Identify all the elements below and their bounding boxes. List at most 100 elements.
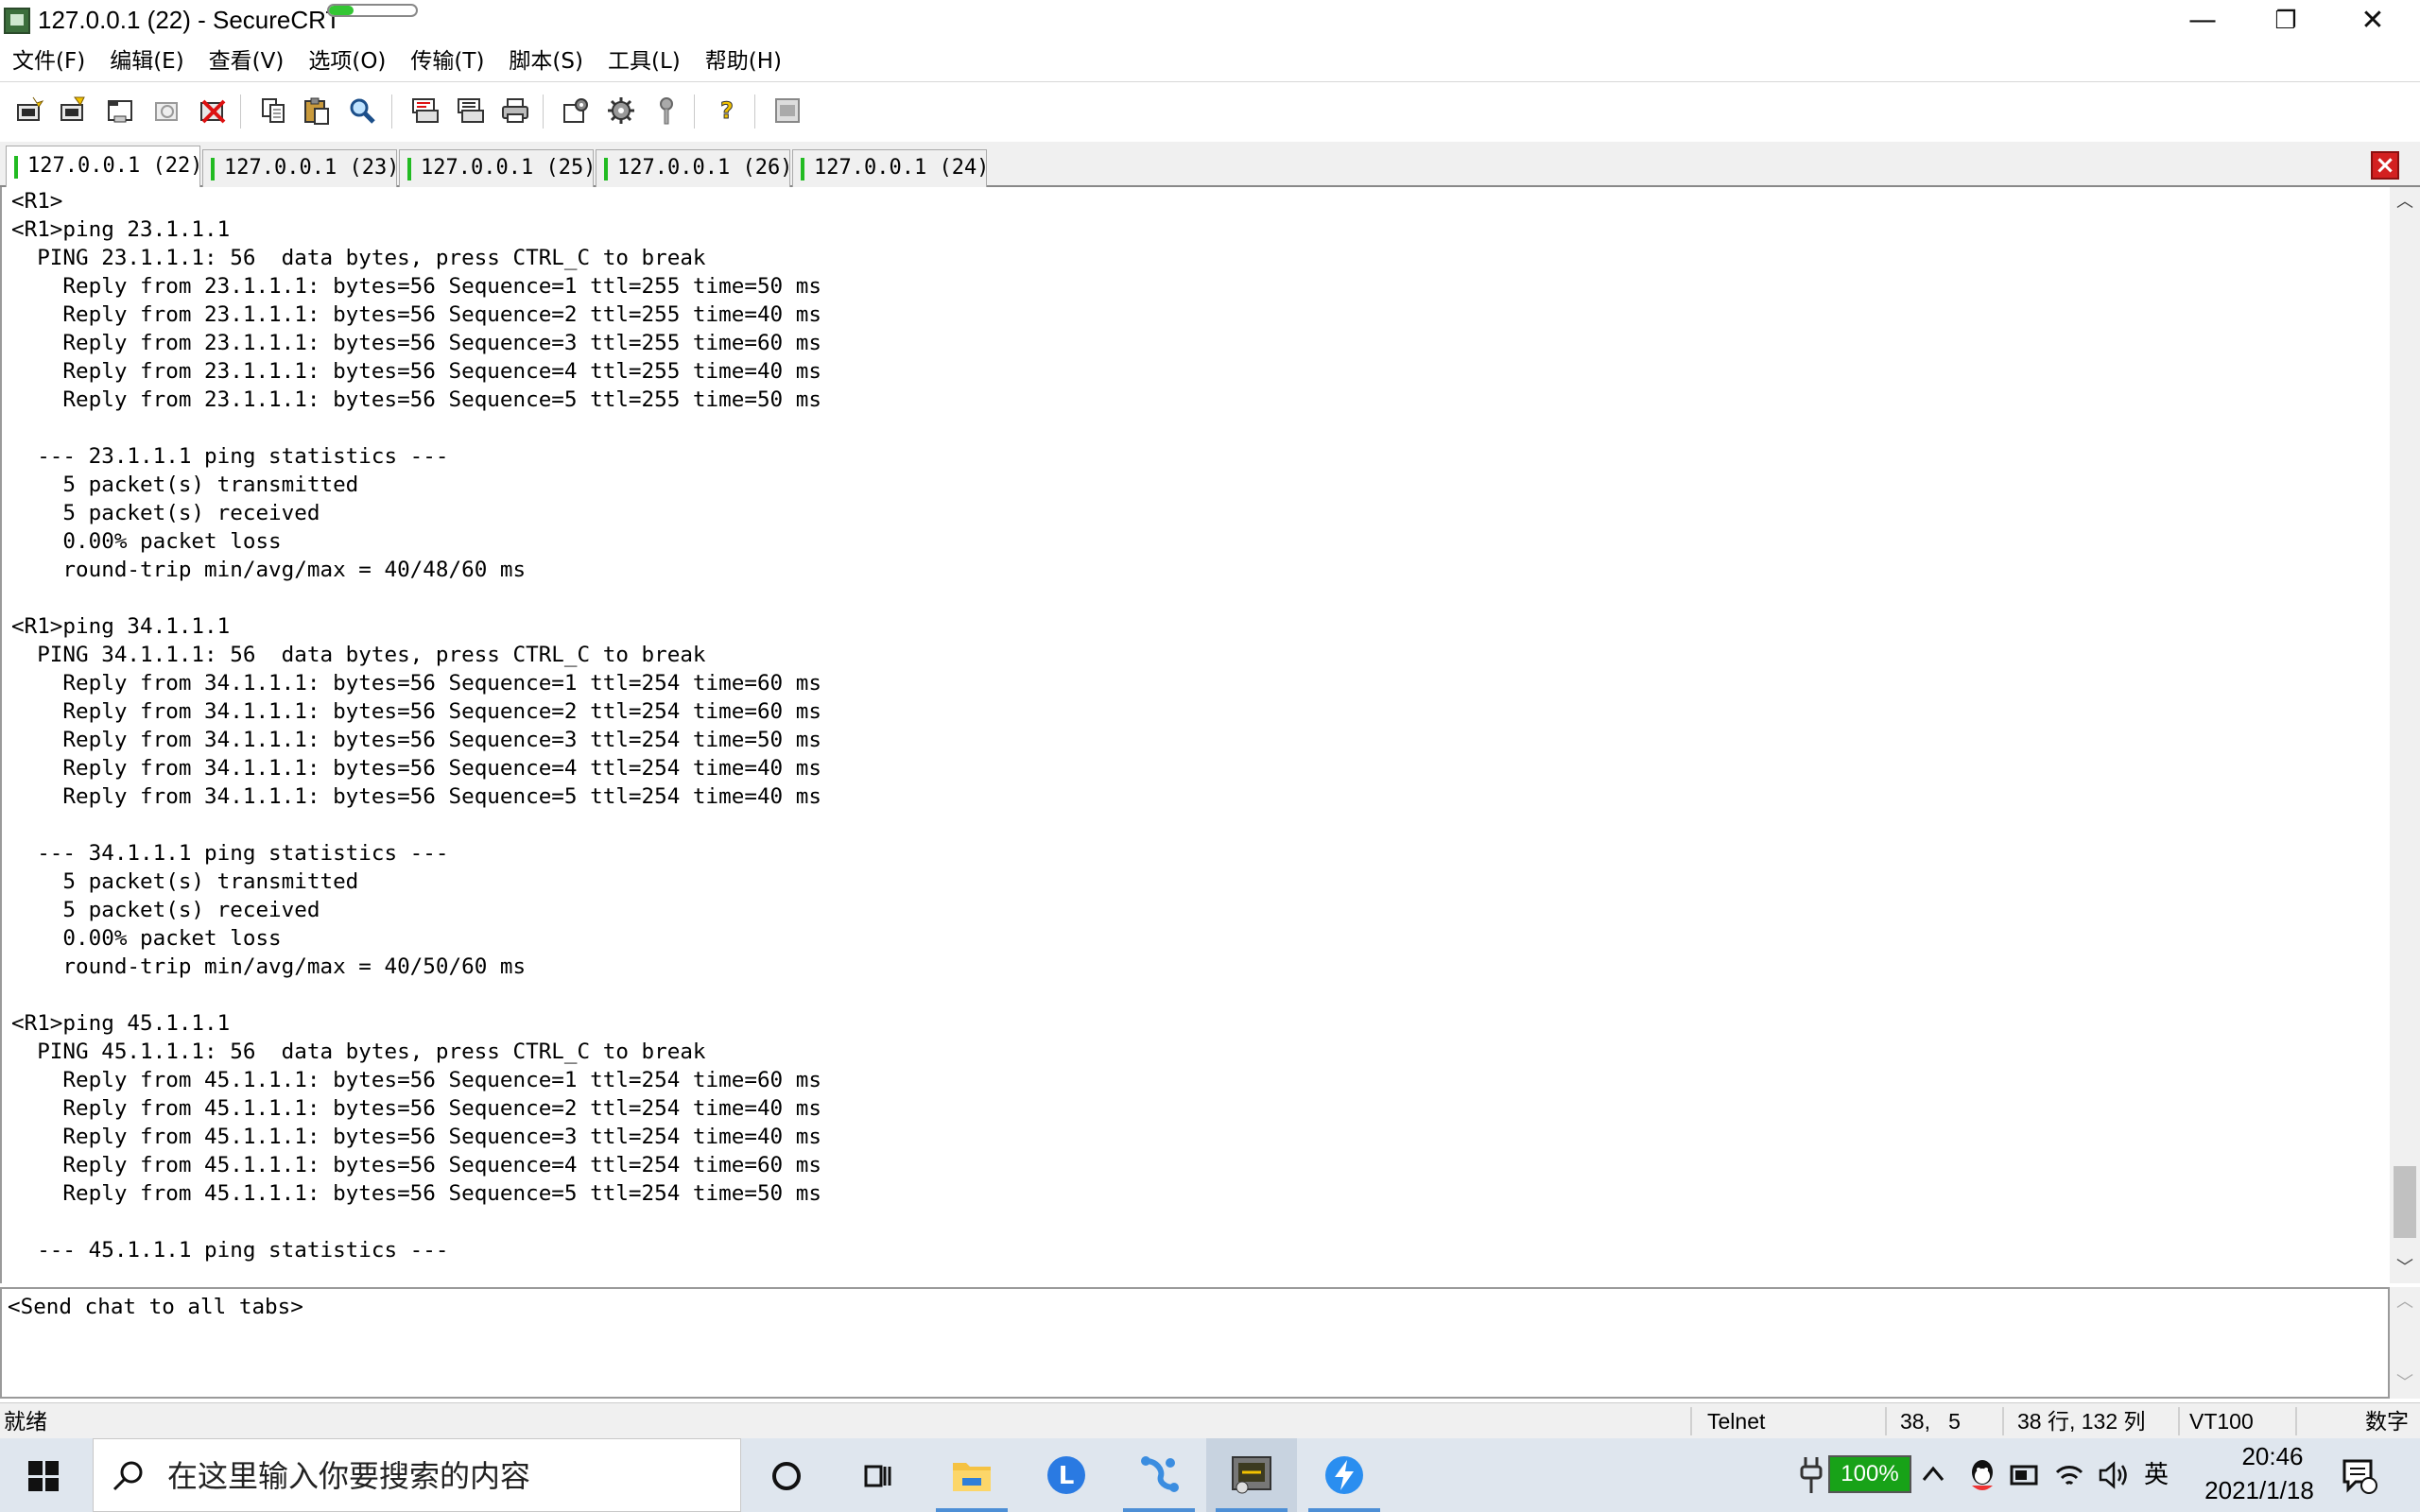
close-tab-icon[interactable]: ×: [2371, 151, 2399, 180]
wifi-icon[interactable]: [2053, 1459, 2085, 1491]
terminal-line: <R1>ping 45.1.1.1: [11, 1011, 231, 1036]
terminal-line: 5 packet(s) received: [11, 898, 320, 922]
toolbar-separator: [240, 94, 242, 129]
menu-tools[interactable]: 工具(L): [596, 43, 693, 79]
task-view-icon[interactable]: [832, 1438, 923, 1512]
status-cursor-position: 38, 5: [1900, 1409, 1961, 1434]
close-button[interactable]: ✕: [2329, 0, 2416, 42]
scroll-thumb[interactable]: [2394, 1166, 2416, 1238]
menu-file[interactable]: 文件(F): [0, 43, 97, 79]
menu-transfer[interactable]: 传输(T): [398, 43, 496, 79]
qq-icon[interactable]: [1966, 1457, 1998, 1493]
toolbar-separator: [694, 94, 696, 129]
title-progress-bar: [327, 4, 418, 17]
terminal-line: Reply from 45.1.1.1: bytes=56 Sequence=1…: [11, 1068, 821, 1092]
print-setup-icon[interactable]: [406, 93, 442, 129]
menu-script[interactable]: 脚本(S): [496, 43, 596, 79]
connect-icon[interactable]: [11, 93, 47, 129]
terminal-line: 5 packet(s) transmitted: [11, 869, 359, 894]
volume-icon[interactable]: [2097, 1459, 2129, 1491]
menu-options[interactable]: 选项(O): [296, 43, 398, 79]
menu-view[interactable]: 查看(V): [197, 43, 297, 79]
chat-input[interactable]: <Send chat to all tabs>: [0, 1287, 2390, 1399]
connected-indicator: [801, 158, 804, 180]
l-app-icon[interactable]: L: [1021, 1438, 1112, 1512]
minimize-button[interactable]: —: [2159, 0, 2246, 42]
power-plug-icon[interactable]: [1796, 1453, 1826, 1497]
status-separator: [1885, 1407, 1887, 1435]
keymap-icon[interactable]: [648, 93, 684, 129]
chevron-up-icon[interactable]: [1921, 1463, 1945, 1487]
tab-label: 127.0.0.1 (25): [421, 156, 596, 180]
taskbar-search-box[interactable]: 在这里输入你要搜索的内容: [93, 1438, 741, 1512]
tab-session-25[interactable]: 127.0.0.1 (25): [399, 149, 596, 187]
clock-time[interactable]: 20:46: [2218, 1442, 2327, 1471]
menu-help[interactable]: 帮助(H): [693, 43, 794, 79]
print-selection-icon[interactable]: [452, 93, 488, 129]
status-emulation: VT100: [2189, 1409, 2254, 1434]
tab-session-24[interactable]: 127.0.0.1 (24): [792, 149, 989, 187]
scroll-up-icon[interactable]: ︿: [2390, 187, 2420, 217]
clock-date[interactable]: 2021/1/18: [2193, 1476, 2325, 1505]
sftp-icon[interactable]: [769, 93, 805, 129]
svg-text:?: ?: [720, 97, 734, 124]
status-numlock: 数字: [2365, 1409, 2409, 1434]
start-button[interactable]: [0, 1438, 91, 1512]
terminal-line: 5 packet(s) transmitted: [11, 472, 359, 497]
reconnect-icon[interactable]: [149, 93, 185, 129]
tab-label: 127.0.0.1 (22): [27, 154, 203, 178]
find-icon[interactable]: [344, 93, 380, 129]
session-options-icon[interactable]: [558, 93, 594, 129]
input-method-indicator[interactable]: 英: [2144, 1455, 2169, 1490]
terminal-line: Reply from 23.1.1.1: bytes=56 Sequence=4…: [11, 359, 821, 384]
quick-connect-icon[interactable]: [55, 93, 91, 129]
device-icon[interactable]: [2008, 1461, 2042, 1489]
terminal-line: --- 34.1.1.1 ping statistics ---: [11, 841, 449, 866]
help-icon[interactable]: ?: [709, 93, 745, 129]
paste-icon[interactable]: [299, 93, 335, 129]
git-icon[interactable]: [1114, 1438, 1204, 1512]
cortana-icon[interactable]: [741, 1438, 832, 1512]
terminal-line: <R1>: [11, 189, 63, 214]
maximize-button[interactable]: ❐: [2242, 0, 2329, 42]
connect-in-tab-icon[interactable]: [102, 93, 138, 129]
scroll-down-icon[interactable]: ﹀: [2390, 1253, 2420, 1283]
print-icon[interactable]: [497, 93, 533, 129]
status-ready: 就绪: [4, 1409, 47, 1434]
connected-indicator: [407, 158, 411, 180]
global-options-icon[interactable]: [603, 93, 639, 129]
status-separator: [2178, 1407, 2180, 1435]
menu-edit[interactable]: 编辑(E): [97, 43, 196, 79]
tab-session-22[interactable]: 127.0.0.1 (22): [6, 146, 203, 189]
terminal-line: Reply from 34.1.1.1: bytes=56 Sequence=5…: [11, 784, 821, 809]
terminal-line: Reply from 23.1.1.1: bytes=56 Sequence=1…: [11, 274, 821, 299]
terminal-scrollbar[interactable]: ︿ ﹀: [2390, 187, 2420, 1283]
chat-scroll-down-icon[interactable]: ﹀: [2390, 1368, 2420, 1399]
terminal-output[interactable]: <R1> <R1>ping 23.1.1.1 PING 23.1.1.1: 56 …: [0, 187, 2390, 1283]
copy-icon[interactable]: [255, 93, 291, 129]
notification-center-icon[interactable]: [2341, 1457, 2378, 1495]
status-separator: [1690, 1407, 1692, 1435]
status-bar: 就绪 Telnet 38, 5 38 行, 132 列 VT100 数字: [0, 1402, 2420, 1438]
terminal-line: PING 23.1.1.1: 56 data bytes, press CTRL…: [11, 246, 706, 270]
windows-taskbar: 在这里输入你要搜索的内容 L 100% 英 20:46 2021/1/18: [0, 1438, 2420, 1512]
status-separator: [2002, 1407, 2004, 1435]
disconnect-icon[interactable]: [195, 93, 231, 129]
chat-scrollbar[interactable]: ︿ ﹀: [2390, 1287, 2420, 1399]
securecrt-app-icon[interactable]: [4, 8, 30, 34]
terminal-line: 0.00% packet loss: [11, 529, 282, 554]
toolbar-separator: [754, 94, 756, 129]
connected-indicator: [211, 158, 215, 180]
battery-indicator[interactable]: 100%: [1828, 1455, 1911, 1493]
chat-scroll-up-icon[interactable]: ︿: [2390, 1287, 2420, 1317]
tab-session-26[interactable]: 127.0.0.1 (26): [596, 149, 792, 187]
terminal-line: 5 packet(s) received: [11, 501, 320, 525]
terminal-line: Reply from 45.1.1.1: bytes=56 Sequence=2…: [11, 1096, 821, 1121]
terminal-line: Reply from 34.1.1.1: bytes=56 Sequence=4…: [11, 756, 821, 781]
toolbar-separator: [543, 94, 544, 129]
tab-session-23[interactable]: 127.0.0.1 (23): [202, 149, 399, 187]
title-bar: 127.0.0.1 (22) - SecureCRT — ❐ ✕: [0, 0, 2420, 42]
lightning-icon[interactable]: [1299, 1438, 1390, 1512]
file-explorer-icon[interactable]: [926, 1438, 1017, 1512]
securecrt-icon[interactable]: [1206, 1438, 1297, 1512]
